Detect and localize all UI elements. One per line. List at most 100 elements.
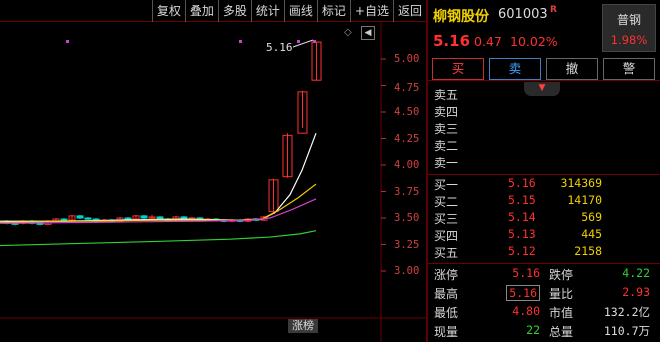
divider bbox=[428, 174, 660, 175]
y-tick: 4.25 bbox=[394, 133, 420, 145]
stat-label: 总量 bbox=[549, 325, 574, 339]
arrow-left-icon[interactable]: ◀ bbox=[361, 26, 375, 40]
alert-button[interactable]: 警 bbox=[603, 58, 655, 80]
stat-label: 最低 bbox=[434, 306, 459, 320]
stat-label: 跌停 bbox=[549, 268, 574, 282]
ask-row: 卖五 bbox=[428, 86, 660, 103]
bid-label: 买四 bbox=[434, 229, 459, 243]
candle-body bbox=[140, 215, 148, 219]
bid-volume: 314369 bbox=[560, 176, 602, 190]
fuquan-button[interactable]: 复权 bbox=[151, 0, 185, 22]
stats-row: 涨停 5.16 跌停 4.22 bbox=[428, 265, 660, 284]
statistics-button[interactable]: 统计 bbox=[250, 0, 284, 22]
quote-header: 柳钢股份 601003 R 5.16 0.47 10.02% 普钢 1.98% bbox=[428, 0, 660, 56]
y-tick: 5.00 bbox=[394, 53, 420, 65]
candle-body bbox=[84, 217, 92, 220]
candle-body bbox=[156, 216, 164, 220]
ask-label: 卖五 bbox=[434, 88, 459, 102]
margin-flag: R bbox=[550, 5, 557, 15]
candlestick-svg bbox=[0, 22, 426, 342]
bid-row[interactable]: 买一 5.16 314369 bbox=[428, 176, 660, 193]
y-tick: 3.75 bbox=[394, 186, 420, 198]
limit-up-value: 5.16 bbox=[512, 266, 540, 280]
bid-row[interactable]: 买二 5.15 14170 bbox=[428, 193, 660, 210]
divider bbox=[428, 263, 660, 264]
bid-row[interactable]: 买四 5.13 445 bbox=[428, 227, 660, 244]
bid-label: 买二 bbox=[434, 195, 459, 209]
buy-button[interactable]: 买 bbox=[432, 58, 484, 80]
stat-label: 最高 bbox=[434, 287, 459, 301]
bid-volume: 445 bbox=[581, 227, 602, 241]
y-tick: 3.50 bbox=[394, 212, 420, 224]
candle-body bbox=[60, 218, 68, 221]
event-marker-icon bbox=[239, 40, 242, 43]
stat-label: 涨停 bbox=[434, 268, 459, 282]
trade-actions: 买 卖 撤 警 bbox=[428, 58, 660, 82]
stats-row: 最低 4.80 市值 132.2亿 bbox=[428, 303, 660, 322]
y-tick: 4.75 bbox=[394, 82, 420, 94]
bid-book: 买一 5.16 314369 买二 5.15 14170 买三 5.14 569 买四 5.1… bbox=[428, 176, 660, 261]
limit-up-tag[interactable]: 涨榜 bbox=[288, 319, 318, 333]
overlay-button[interactable]: 叠加 bbox=[184, 0, 218, 22]
draw-line-button[interactable]: 画线 bbox=[283, 0, 317, 22]
cancel-order-button[interactable]: 撤 bbox=[546, 58, 598, 80]
quote-panel: 柳钢股份 601003 R 5.16 0.47 10.02% 普钢 1.98% … bbox=[428, 0, 660, 342]
event-marker-icon bbox=[297, 40, 300, 43]
bid-price: 5.14 bbox=[508, 210, 536, 224]
chart-toolbar: 复权 叠加 多股 统计 画线 标记 +自选 返回 bbox=[0, 0, 426, 22]
candle-body bbox=[124, 217, 132, 220]
quote-stats: 涨停 5.16 跌停 4.22 最高 5.16 量比 2.93 最低 4.80 … bbox=[428, 265, 660, 341]
bid-row[interactable]: 买五 5.12 2158 bbox=[428, 244, 660, 261]
bid-price: 5.16 bbox=[508, 176, 536, 190]
bid-volume: 569 bbox=[581, 210, 602, 224]
add-watchlist-button[interactable]: +自选 bbox=[349, 0, 393, 22]
volume-ratio-value: 2.93 bbox=[622, 285, 650, 299]
price-leader-line bbox=[292, 39, 314, 48]
bid-volume: 2158 bbox=[574, 244, 602, 258]
last-price-label: 5.16 bbox=[266, 41, 293, 54]
bid-volume: 14170 bbox=[567, 193, 602, 207]
high-value: 5.16 bbox=[506, 285, 540, 301]
ask-row: 卖四 bbox=[428, 103, 660, 120]
price-change-pct: 10.02% bbox=[510, 34, 558, 49]
low-value: 4.80 bbox=[512, 304, 540, 318]
ask-row: 卖二 bbox=[428, 137, 660, 154]
stat-label: 市值 bbox=[549, 306, 574, 320]
ask-label: 卖三 bbox=[434, 122, 459, 136]
bid-label: 买三 bbox=[434, 212, 459, 226]
y-tick: 4.50 bbox=[394, 106, 420, 118]
candle-body bbox=[76, 215, 84, 219]
bid-price: 5.13 bbox=[508, 227, 536, 241]
bid-price: 5.15 bbox=[508, 193, 536, 207]
total-volume-value: 110.7万 bbox=[603, 324, 650, 338]
bid-price: 5.12 bbox=[508, 244, 536, 258]
ask-label: 卖四 bbox=[434, 105, 459, 119]
multi-stock-button[interactable]: 多股 bbox=[217, 0, 251, 22]
sector-name: 普钢 bbox=[616, 13, 641, 27]
bid-label: 买一 bbox=[434, 178, 459, 192]
event-marker-icon bbox=[313, 40, 316, 43]
sector-change: 1.98% bbox=[610, 33, 648, 47]
ask-book: 卖五 卖四 卖三 卖二 卖一 bbox=[428, 86, 660, 171]
price-change: 0.47 bbox=[474, 34, 502, 49]
ask-row: 卖一 bbox=[428, 154, 660, 171]
current-price: 5.16 bbox=[433, 32, 471, 50]
y-tick: 3.00 bbox=[394, 265, 420, 277]
y-tick: 4.00 bbox=[394, 159, 420, 171]
ask-label: 卖一 bbox=[434, 156, 459, 170]
stats-row: 最高 5.16 量比 2.93 bbox=[428, 284, 660, 303]
stat-label: 现量 bbox=[434, 325, 459, 339]
kline-chart[interactable]: ◇ ◀ 5.16 5.00 4.75 4.50 4.25 4.00 3.75 3… bbox=[0, 22, 426, 342]
divider bbox=[428, 80, 660, 81]
sell-button[interactable]: 卖 bbox=[489, 58, 541, 80]
sector-badge[interactable]: 普钢 1.98% bbox=[602, 4, 656, 52]
stat-label: 量比 bbox=[549, 287, 574, 301]
market-cap-value: 132.2亿 bbox=[603, 305, 650, 319]
back-button[interactable]: 返回 bbox=[392, 0, 426, 22]
stats-row: 现量 22 总量 110.7万 bbox=[428, 322, 660, 341]
diamond-icon[interactable]: ◇ bbox=[344, 27, 352, 38]
bid-row[interactable]: 买三 5.14 569 bbox=[428, 210, 660, 227]
y-tick: 3.25 bbox=[394, 239, 420, 251]
mark-button[interactable]: 标记 bbox=[316, 0, 350, 22]
limit-down-value: 4.22 bbox=[622, 266, 650, 280]
